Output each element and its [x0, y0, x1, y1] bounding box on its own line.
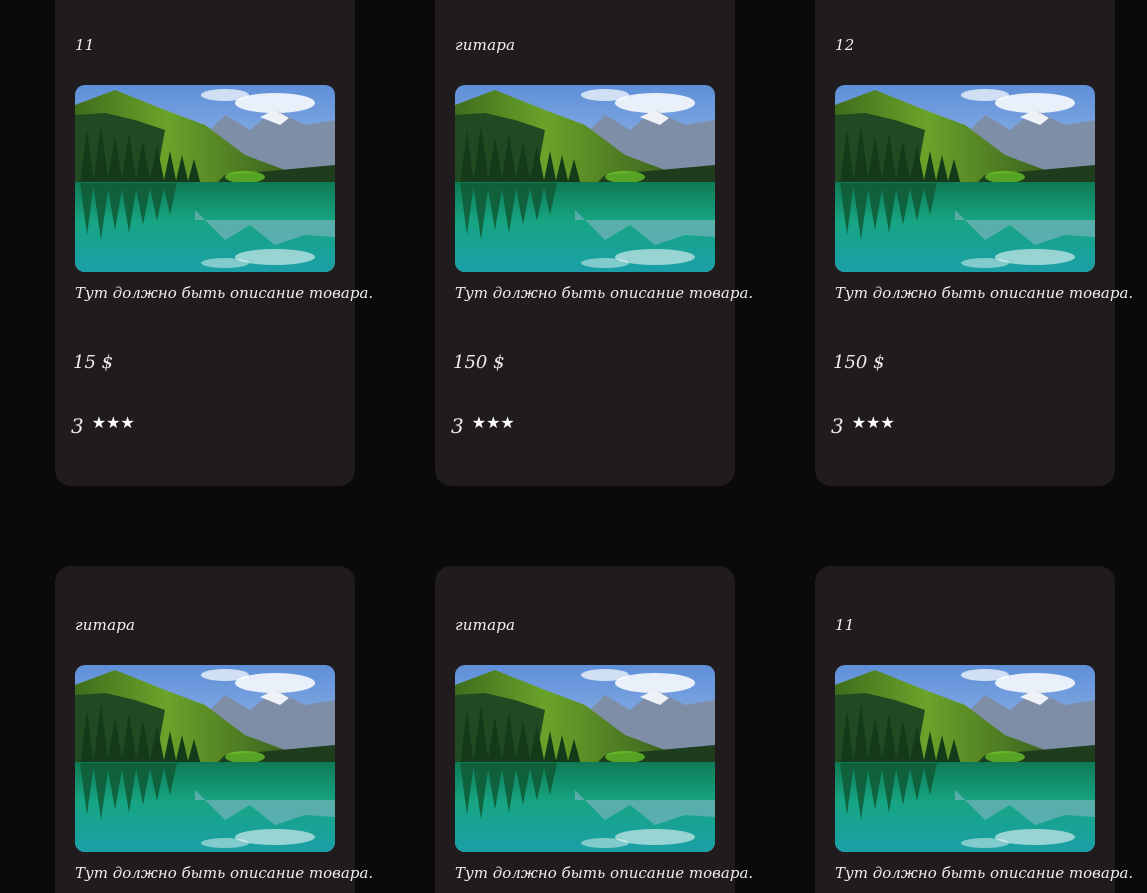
rating-value: 3: [71, 414, 84, 438]
landscape-photo-icon: [75, 665, 335, 852]
product-title[interactable]: гитара: [455, 616, 515, 634]
product-image[interactable]: [835, 85, 1095, 272]
product-image[interactable]: [455, 85, 715, 272]
landscape-photo-icon: [75, 85, 335, 272]
product-card[interactable]: гитара Тут должно быть описание товара.: [435, 566, 753, 893]
product-rating: 3 ★★★: [831, 412, 895, 439]
product-card[interactable]: гитара Тут должно быть описание товара. …: [435, 0, 753, 486]
landscape-photo-icon: [835, 85, 1095, 272]
product-grid: 11 Тут должно быть описание товара. 15 $…: [0, 0, 1147, 893]
landscape-photo-icon: [835, 665, 1095, 852]
star-icon: ★★★: [851, 412, 895, 432]
product-description: Тут должно быть описание товара.: [455, 284, 754, 302]
product-title[interactable]: 12: [835, 36, 855, 54]
product-image[interactable]: [75, 665, 335, 852]
product-rating: 3 ★★★: [451, 412, 515, 439]
product-description: Тут должно быть описание товара.: [835, 864, 1134, 882]
product-card[interactable]: 11 Тут должно быть описание товара. 15 $…: [55, 0, 373, 486]
product-description: Тут должно быть описание товара.: [75, 284, 374, 302]
product-title[interactable]: гитара: [455, 36, 515, 54]
product-image[interactable]: [75, 85, 335, 272]
product-rating: 3 ★★★: [71, 412, 135, 439]
product-title[interactable]: 11: [835, 616, 855, 634]
product-description: Тут должно быть описание товара.: [455, 864, 754, 882]
product-description: Тут должно быть описание товара.: [835, 284, 1134, 302]
product-description: Тут должно быть описание товара.: [75, 864, 374, 882]
product-image[interactable]: [835, 665, 1095, 852]
product-card[interactable]: гитара Тут должно быть описание товара.: [55, 566, 373, 893]
landscape-photo-icon: [455, 85, 715, 272]
product-card[interactable]: 12 Тут должно быть описание товара. 150 …: [815, 0, 1133, 486]
product-title[interactable]: гитара: [75, 616, 135, 634]
star-icon: ★★★: [91, 412, 135, 432]
product-price: 150 $: [833, 352, 885, 373]
product-price: 15 $: [73, 352, 114, 373]
star-icon: ★★★: [471, 412, 515, 432]
product-price: 150 $: [453, 352, 505, 373]
product-image[interactable]: [455, 665, 715, 852]
landscape-photo-icon: [455, 665, 715, 852]
rating-value: 3: [831, 414, 844, 438]
rating-value: 3: [451, 414, 464, 438]
product-card[interactable]: 11 Тут должно быть описание товара.: [815, 566, 1133, 893]
product-title[interactable]: 11: [75, 36, 95, 54]
